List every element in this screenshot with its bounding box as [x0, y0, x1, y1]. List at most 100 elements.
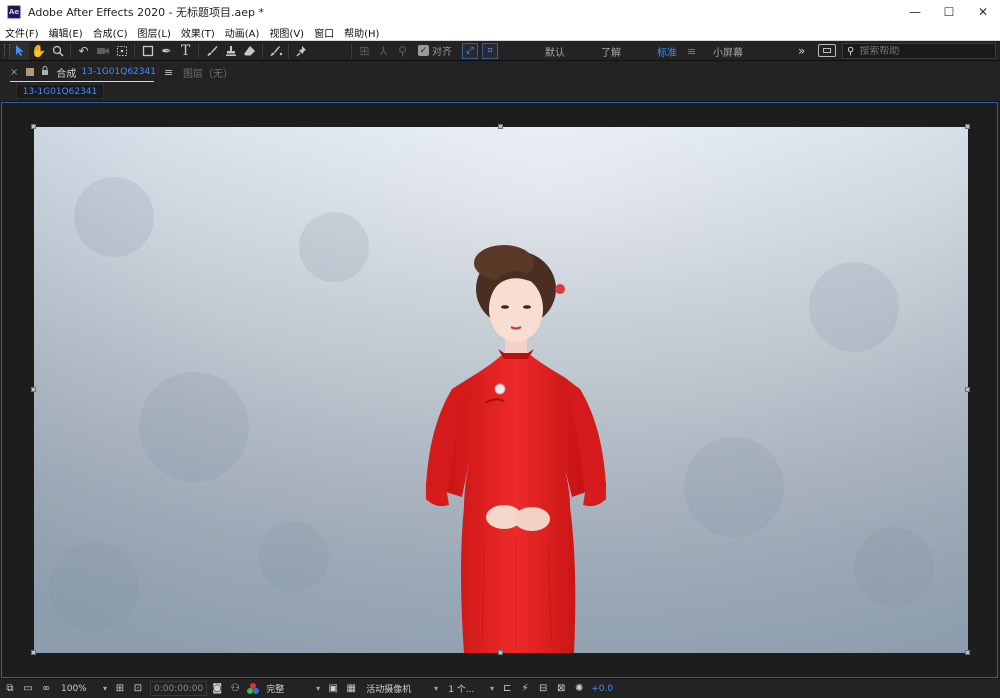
type-tool-icon[interactable]: T	[176, 42, 195, 60]
clone-stamp-tool-icon[interactable]	[221, 42, 240, 60]
region-of-interest-icon[interactable]: ▣	[325, 681, 341, 697]
snap-edges-icon[interactable]: ⤢	[462, 42, 478, 59]
chevron-down-icon: ▾	[490, 684, 495, 693]
menu-layer[interactable]: 图层(L)	[137, 25, 170, 40]
transform-handle[interactable]	[498, 124, 503, 129]
snap-checkbox[interactable]: ✓	[418, 45, 429, 56]
menu-composition[interactable]: 合成(C)	[93, 25, 128, 40]
world-axis-icon[interactable]: ⅄	[374, 42, 393, 60]
close-button[interactable]: ✕	[966, 0, 1000, 24]
chevron-down-icon: ▾	[434, 684, 439, 693]
zoom-tool-icon[interactable]	[48, 42, 67, 60]
exposure-reset-icon[interactable]: ✺	[571, 681, 587, 697]
toolbar-divider	[262, 43, 263, 58]
workspace-standard-label: 标准	[657, 47, 677, 59]
snap-label: 对齐	[432, 47, 452, 58]
snapshot-camera-icon[interactable]: ◙	[209, 681, 225, 697]
pen-tool-icon[interactable]: ✒	[157, 42, 176, 60]
shortcut-editor-icon[interactable]	[818, 44, 836, 57]
workspace-standard[interactable]: 标准 ≡	[657, 41, 696, 61]
menu-help[interactable]: 帮助(H)	[344, 25, 379, 40]
camera-value: 活动摄像机	[366, 685, 412, 695]
zoom-select[interactable]: 100% ▾	[58, 681, 110, 696]
brush-tool-icon[interactable]	[202, 42, 221, 60]
workspace-default[interactable]: 默认	[545, 41, 565, 61]
panel-close-icon[interactable]: ×	[10, 67, 18, 78]
workspace-learn[interactable]: 了解	[601, 41, 621, 61]
menu-file[interactable]: 文件(F)	[5, 25, 39, 40]
safe-margins-icon[interactable]: ⊞	[112, 681, 128, 697]
pixel-aspect-icon[interactable]: ⊏	[499, 681, 515, 697]
current-time-display[interactable]: 0:00:00:00	[150, 681, 208, 696]
flowchart-icon[interactable]: ⊠	[553, 681, 569, 697]
hand-tool-icon[interactable]: ✋	[29, 42, 48, 60]
preview-toggle-icon[interactable]: ⧉	[2, 681, 18, 697]
eraser-tool-icon[interactable]	[240, 42, 259, 60]
composition-panel-header: × 合成 13-1G01Q62341 ≡ 图层（无）	[0, 61, 1000, 83]
fast-previews-icon[interactable]: ⚡	[517, 681, 533, 697]
toolbar-divider	[134, 43, 135, 58]
menu-window[interactable]: 窗口	[314, 25, 334, 40]
rotate-tool-icon[interactable]: ↶	[74, 42, 93, 60]
monitor-icon[interactable]: ▭	[20, 681, 36, 697]
transparency-grid-icon[interactable]: ▦	[343, 681, 359, 697]
panel-color-swatch	[26, 68, 35, 76]
transform-handle[interactable]	[498, 650, 503, 655]
transform-handle[interactable]	[31, 124, 36, 129]
resolution-select[interactable]: 完整 ▾	[263, 681, 323, 696]
transform-handle[interactable]	[965, 387, 970, 392]
camera-tool-icon[interactable]	[93, 42, 112, 60]
transform-handle[interactable]	[31, 387, 36, 392]
toolbar-divider	[198, 43, 199, 58]
exposure-value[interactable]: +0.0	[591, 684, 613, 694]
puppet-pin-tool-icon[interactable]	[292, 42, 311, 60]
composition-tab-title[interactable]: 合成	[56, 65, 76, 80]
vr-viewer-icon[interactable]: ∞	[38, 681, 54, 697]
composition-name[interactable]: 13-1G01Q62341	[81, 67, 156, 77]
window-title: Adobe After Effects 2020 - 无标题项目.aep *	[28, 6, 265, 19]
resolution-value: 完整	[266, 685, 285, 695]
channels-icon[interactable]	[247, 682, 260, 695]
workspace-small-screen[interactable]: 小屏幕	[713, 41, 743, 61]
view-axis-icon[interactable]: ⚲	[393, 42, 412, 60]
transform-handle[interactable]	[31, 650, 36, 655]
lock-icon[interactable]	[41, 66, 49, 78]
menu-animation[interactable]: 动画(A)	[225, 25, 260, 40]
chevron-down-icon: ▾	[102, 684, 107, 693]
workspace-menu-icon[interactable]: ≡	[687, 45, 696, 58]
pan-behind-tool-icon[interactable]	[112, 42, 131, 60]
viewer-controls-bar: ⧉ ▭ ∞ 100% ▾ ⊞ ⊡ 0:00:00:00 ◙ ⚇ 完整 ▾ ▣ ▦…	[0, 678, 1000, 698]
layer-tab[interactable]: 图层（无）	[183, 61, 233, 83]
roto-brush-tool-icon[interactable]	[266, 42, 285, 60]
toolbar-divider	[70, 43, 71, 58]
title-bar: Ae Adobe After Effects 2020 - 无标题项目.aep …	[0, 0, 1000, 24]
camera-select[interactable]: 活动摄像机 ▾	[363, 681, 441, 696]
more-workspaces-icon[interactable]: »	[798, 41, 805, 61]
zoom-value: 100%	[61, 683, 87, 694]
panel-menu-icon[interactable]: ≡	[164, 66, 173, 79]
grid-icon[interactable]: ⊡	[130, 681, 146, 697]
transform-handle[interactable]	[965, 124, 970, 129]
view-layout-select[interactable]: 1 个... ▾	[445, 681, 497, 696]
maximize-button[interactable]: ☐	[932, 0, 966, 24]
composition-frame[interactable]	[34, 127, 968, 653]
transform-handle[interactable]	[965, 650, 970, 655]
selection-tool-icon[interactable]	[10, 41, 29, 60]
search-icon: ⚲	[847, 45, 855, 57]
menu-effect[interactable]: 效果(T)	[181, 25, 215, 40]
toolbar-divider	[288, 43, 289, 58]
minimize-button[interactable]: —	[898, 0, 932, 24]
composition-breadcrumb[interactable]: 13-1G01Q62341	[16, 84, 104, 99]
local-axis-icon[interactable]: ⊞	[355, 42, 374, 60]
show-snapshot-icon[interactable]: ⚇	[227, 681, 243, 697]
rectangle-tool-icon[interactable]	[138, 42, 157, 60]
woman-in-red-qipao-image	[34, 127, 968, 653]
help-search: ⚲	[842, 43, 996, 59]
menu-view[interactable]: 视图(V)	[269, 25, 304, 40]
snap-features-icon[interactable]: ⌗	[482, 42, 498, 59]
composition-viewer[interactable]	[1, 102, 998, 678]
menu-edit[interactable]: 编辑(E)	[49, 25, 83, 40]
menu-bar: 文件(F) 编辑(E) 合成(C) 图层(L) 效果(T) 动画(A) 视图(V…	[0, 24, 1000, 41]
timeline-icon[interactable]: ⊟	[535, 681, 551, 697]
help-search-input[interactable]	[859, 45, 990, 57]
